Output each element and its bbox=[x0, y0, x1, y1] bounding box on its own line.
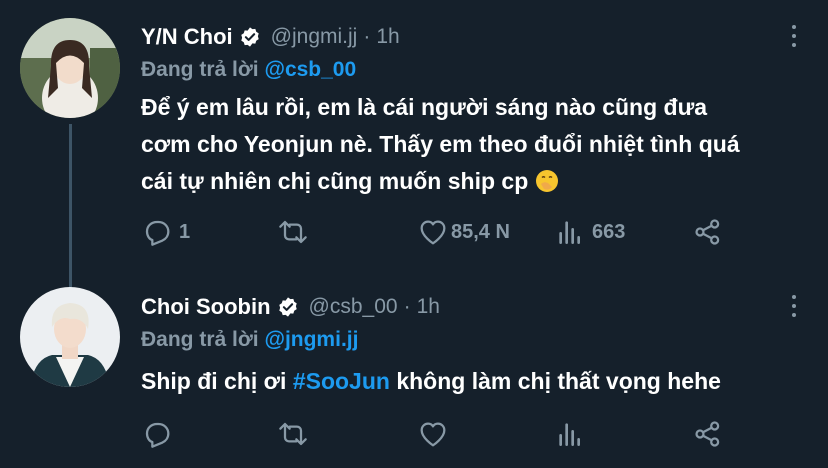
tweet-1[interactable]: Y/N Choi @jngmi.jj · 1h Đang trả lời @cs… bbox=[0, 0, 828, 285]
share-icon bbox=[695, 219, 720, 245]
tweet-actions: 1 85,4 N 663 bbox=[141, 216, 741, 256]
share-icon bbox=[695, 421, 720, 447]
avatar-photo-woman bbox=[20, 18, 120, 118]
more-options-icon[interactable] bbox=[790, 295, 798, 317]
display-name[interactable]: Choi Soobin bbox=[141, 294, 271, 320]
tweet-text-line: cơm cho Yeonjun nè. Thấy em theo đuổi nh… bbox=[141, 131, 740, 157]
tweet-text: Để ý em lâu rồi, em là cái người sáng nà… bbox=[141, 89, 811, 200]
views-button[interactable] bbox=[554, 418, 592, 450]
more-options-icon[interactable] bbox=[790, 25, 798, 47]
replying-prefix: Đang trả lời bbox=[141, 58, 259, 81]
heart-icon bbox=[420, 422, 446, 447]
replying-to: Đang trả lời @csb_00 bbox=[141, 58, 356, 82]
replying-prefix: Đang trả lời bbox=[141, 328, 259, 351]
views-button[interactable]: 663 bbox=[554, 216, 625, 248]
replying-mention-link[interactable]: @csb_00 bbox=[264, 58, 356, 81]
share-button[interactable] bbox=[692, 216, 724, 248]
tweet-header: Y/N Choi @jngmi.jj · 1h bbox=[141, 24, 400, 50]
avatar[interactable] bbox=[20, 18, 120, 118]
user-handle[interactable]: @csb_00 bbox=[309, 295, 398, 319]
views-count: 663 bbox=[592, 220, 626, 243]
tweet-text-span: cái tự nhiên chị cũng muốn ship cp bbox=[141, 168, 529, 194]
timestamp[interactable]: 1h bbox=[376, 25, 399, 49]
like-count: 85,4 N bbox=[451, 220, 510, 243]
heart-icon bbox=[420, 220, 446, 245]
like-button[interactable]: 85,4 N bbox=[417, 216, 510, 248]
share-button[interactable] bbox=[692, 418, 724, 450]
tweet-header: Choi Soobin @csb_00 · 1h bbox=[141, 294, 440, 320]
like-button[interactable] bbox=[417, 418, 455, 450]
retweet-button[interactable] bbox=[277, 216, 315, 248]
tweet-actions bbox=[141, 418, 741, 458]
reply-button[interactable]: 1 bbox=[141, 216, 190, 248]
tweet-2[interactable]: Choi Soobin @csb_00 · 1h Đang trả lời @j… bbox=[0, 285, 828, 468]
verified-badge-icon bbox=[240, 27, 259, 47]
reply-count: 1 bbox=[179, 220, 191, 243]
user-handle[interactable]: @jngmi.jj bbox=[271, 25, 358, 49]
replying-mention-link[interactable]: @jngmi.jj bbox=[264, 328, 358, 351]
avatar[interactable] bbox=[20, 287, 120, 387]
tweet-text-line: Để ý em lâu rồi, em là cái người sáng nà… bbox=[141, 94, 708, 120]
display-name[interactable]: Y/N Choi bbox=[141, 24, 233, 50]
replying-to: Đang trả lời @jngmi.jj bbox=[141, 328, 358, 352]
verified-badge-icon bbox=[278, 297, 297, 317]
separator-dot: · bbox=[363, 25, 371, 48]
views-bar-chart-icon bbox=[559, 423, 580, 446]
tweet-text-span: không làm chị thất vọng hehe bbox=[389, 368, 721, 394]
reply-button[interactable] bbox=[141, 418, 179, 450]
separator-dot: · bbox=[403, 295, 411, 318]
avatar-photo-man bbox=[20, 287, 120, 387]
timestamp[interactable]: 1h bbox=[417, 295, 440, 319]
tweet-text-span: Ship đi chị ơi bbox=[141, 368, 293, 394]
tweet-text: Ship đi chị ơi #SooJun không làm chị thấ… bbox=[141, 363, 811, 400]
reply-icon bbox=[145, 422, 170, 448]
retweet-button[interactable] bbox=[277, 418, 315, 450]
tweet-text-line: cái tự nhiên chị cũng muốn ship cp bbox=[141, 163, 811, 200]
views-bar-chart-icon bbox=[559, 221, 580, 244]
retweet-icon bbox=[279, 422, 307, 446]
retweet-icon bbox=[279, 220, 307, 244]
hashtag-link[interactable]: #SooJun bbox=[293, 368, 390, 394]
reply-icon bbox=[145, 220, 170, 246]
hand-over-mouth-emoji-icon bbox=[535, 170, 558, 192]
